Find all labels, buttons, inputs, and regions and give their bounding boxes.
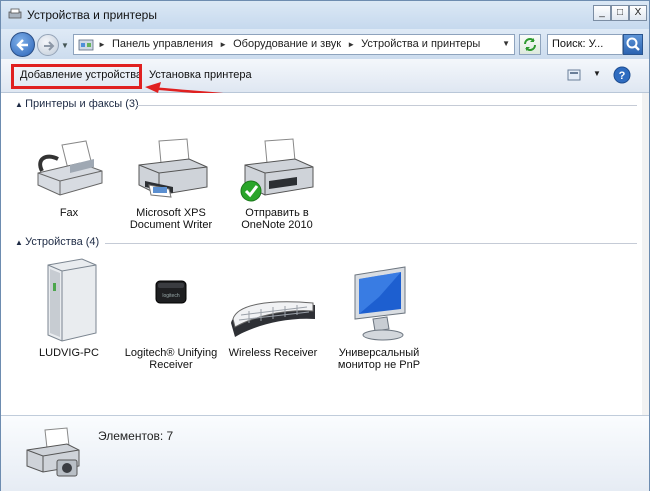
device-label: Fax — [59, 207, 79, 219]
computer-tower-icon — [47, 258, 97, 342]
device-fax[interactable]: Fax — [17, 137, 121, 219]
scrollbar[interactable] — [642, 93, 649, 415]
view-dropdown-icon[interactable]: ▼ — [593, 69, 601, 78]
close-button[interactable]: X — [629, 5, 647, 21]
address-dropdown-icon[interactable]: ▼ — [502, 39, 510, 48]
help-icon[interactable]: ? — [613, 66, 631, 84]
search-button[interactable] — [623, 34, 643, 55]
forward-button[interactable] — [37, 34, 59, 56]
add-printer-button[interactable]: Установка принтера — [149, 69, 252, 81]
keyboard-icon — [231, 301, 315, 337]
device-monitor[interactable]: Универсальный монитор не PnP — [327, 257, 431, 371]
breadcrumb-hardware-sound[interactable]: Оборудование и звук — [233, 38, 341, 50]
device-ludvig-pc[interactable]: LUDVIG-PC — [17, 257, 121, 359]
device-label: Отправить в OneNote 2010 — [241, 207, 313, 231]
printer-icon — [138, 138, 208, 198]
breadcrumb-separator[interactable]: ► — [347, 40, 355, 49]
collapse-arrow-icon[interactable]: ▲ — [15, 238, 25, 247]
device-label: Wireless Receiver — [228, 347, 318, 359]
red-highlight-box — [11, 64, 142, 89]
monitor-icon — [354, 266, 406, 341]
navigation-bar: ▼ ► Панель управления ► Оборудование и з… — [1, 29, 649, 59]
device-onenote[interactable]: Отправить в OneNote 2010 — [225, 137, 329, 231]
device-label: Универсальный монитор не PnP — [337, 347, 421, 371]
refresh-button[interactable] — [519, 34, 541, 55]
group-header-label: Устройства (4) — [25, 236, 100, 248]
window-title: Устройства и принтеры — [27, 8, 157, 22]
collapse-arrow-icon[interactable]: ▲ — [15, 100, 25, 109]
device-label: LUDVIG-PC — [39, 347, 99, 359]
details-pane: Элементов: 7 — [1, 415, 649, 491]
devices-printers-icon — [8, 8, 22, 19]
maximize-button[interactable]: □ — [611, 5, 629, 21]
group-header-label: Принтеры и факсы (3) — [25, 98, 139, 110]
device-xps-writer[interactable]: Microsoft XPS Document Writer — [119, 137, 223, 231]
group-divider — [137, 105, 637, 106]
breadcrumb-separator[interactable]: ► — [98, 40, 106, 49]
item-count: Элементов: 7 — [98, 429, 174, 443]
breadcrumb: ► Панель управления ► Оборудование и зву… — [98, 38, 483, 50]
search-input[interactable]: Поиск: У... — [547, 34, 623, 55]
explorer-window: Устройства и принтеры _ □ X ▼ ► Панель у… — [0, 0, 650, 491]
title-bar: Устройства и принтеры _ □ X — [1, 1, 649, 29]
back-arrow-icon — [16, 39, 28, 51]
fax-icon — [37, 140, 103, 196]
breadcrumb-separator[interactable]: ► — [219, 40, 227, 49]
refresh-icon — [524, 38, 536, 51]
search-icon — [626, 37, 640, 51]
device-label: Microsoft XPS Document Writer — [129, 207, 213, 231]
devices-printers-large-icon — [26, 427, 80, 477]
address-bar[interactable]: ► Панель управления ► Оборудование и зву… — [73, 34, 515, 55]
control-panel-icon — [78, 39, 94, 51]
group-header-printers[interactable]: ▲ Принтеры и факсы (3) — [15, 98, 139, 110]
view-options-icon[interactable] — [567, 68, 583, 82]
device-logitech-receiver[interactable]: logitech Logitech® Unifying Receiver — [119, 257, 223, 371]
group-divider — [105, 243, 637, 244]
command-bar: Добавление устройства Установка принтера… — [1, 59, 649, 93]
printer-default-icon — [240, 138, 314, 202]
svg-text:?: ? — [619, 70, 626, 82]
device-label: Logitech® Unifying Receiver — [124, 347, 218, 371]
usb-receiver-icon: logitech — [155, 280, 187, 304]
breadcrumb-control-panel[interactable]: Панель управления — [112, 38, 213, 50]
device-wireless-receiver[interactable]: Wireless Receiver — [221, 257, 325, 359]
breadcrumb-devices-printers[interactable]: Устройства и принтеры — [361, 38, 480, 50]
forward-arrow-icon — [44, 41, 55, 51]
back-button[interactable] — [10, 32, 35, 57]
history-dropdown-icon[interactable]: ▼ — [61, 41, 69, 50]
minimize-button[interactable]: _ — [593, 5, 611, 21]
svg-text:logitech: logitech — [162, 293, 179, 299]
devices-list: ▲ Принтеры и факсы (3) Fax Microsoft XPS… — [1, 93, 649, 415]
group-header-devices[interactable]: ▲ Устройства (4) — [15, 236, 99, 248]
